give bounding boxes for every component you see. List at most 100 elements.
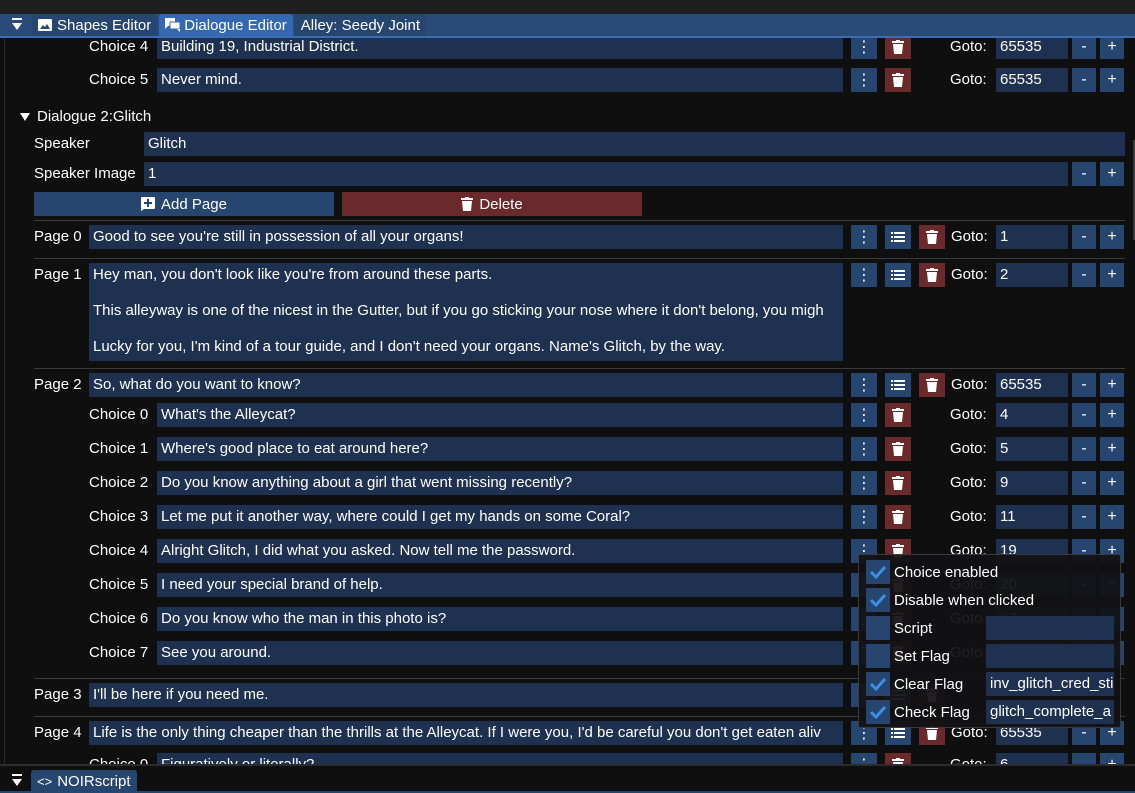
goto-input[interactable]: 4 [996, 403, 1068, 427]
goto-input[interactable]: 5 [996, 437, 1068, 461]
choice-text-input[interactable]: I need your special brand of help. [157, 573, 843, 597]
goto-input[interactable]: 65535 [996, 373, 1068, 397]
goto-increment-button[interactable]: + [1100, 68, 1124, 92]
collapse-menu-icon[interactable] [6, 14, 28, 36]
goto-input[interactable]: 9 [996, 471, 1068, 495]
option-value-input[interactable]: glitch_complete_a [986, 700, 1114, 724]
goto-input[interactable]: 65535 [996, 38, 1068, 59]
delete-choice-button[interactable] [885, 38, 911, 59]
choice-text-input[interactable]: Let me put it another way, where could I… [157, 505, 843, 529]
choice-text-input[interactable]: What's the Alleycat? [157, 403, 843, 427]
goto-increment-button[interactable]: + [1100, 437, 1124, 461]
tab-dialogue-editor[interactable]: Dialogue Editor [159, 14, 293, 36]
more-vertical-icon: ⋮ [856, 229, 872, 246]
choice-options-button[interactable]: ⋮ [851, 471, 877, 495]
delete-choice-button[interactable] [885, 753, 911, 764]
goto-increment-button[interactable]: + [1100, 263, 1124, 287]
option-value-input[interactable]: inv_glitch_cred_sti [986, 672, 1114, 696]
option-checkbox[interactable] [866, 560, 890, 584]
list-icon [891, 232, 905, 242]
add-page-button[interactable]: Add Page [34, 192, 334, 216]
trash-icon [461, 197, 474, 211]
speaker-image-decrement-button[interactable]: - [1072, 162, 1096, 186]
delete-choice-button[interactable] [885, 437, 911, 461]
choice-text-input[interactable]: Figuratively or literally? [157, 753, 843, 764]
page-text-input[interactable]: Good to see you're still in possession o… [89, 225, 843, 249]
goto-decrement-button[interactable]: - [1072, 437, 1096, 461]
option-checkbox[interactable] [866, 588, 890, 612]
choice-options-popup: Choice enabled Disable when clicked Script… [858, 554, 1121, 728]
option-checkbox[interactable] [866, 700, 890, 724]
page-options-button[interactable]: ⋮ [851, 225, 877, 249]
choice-text-input[interactable]: See you around. [157, 641, 843, 665]
goto-increment-button[interactable]: + [1100, 471, 1124, 495]
option-checkbox[interactable] [866, 616, 890, 640]
delete-choice-button[interactable] [885, 505, 911, 529]
choice-options-button[interactable]: ⋮ [851, 437, 877, 461]
choice-options-button[interactable]: ⋮ [851, 68, 877, 92]
delete-page-button[interactable] [919, 263, 945, 287]
choice-options-button[interactable]: ⋮ [851, 403, 877, 427]
choice-text-input[interactable]: Building 19, Industrial District. [157, 38, 843, 59]
choice-text-input[interactable]: Where's good place to eat around here? [157, 437, 843, 461]
more-vertical-icon: ⋮ [856, 475, 872, 492]
goto-input[interactable]: 2 [996, 263, 1068, 287]
option-checkbox[interactable] [866, 672, 890, 696]
page-text-input[interactable]: Life is the only thing cheaper than the … [89, 721, 843, 745]
choice-text-input[interactable]: Alright Glitch, I did what you asked. No… [157, 539, 843, 563]
checkmark-icon [870, 593, 886, 607]
option-value-input[interactable] [986, 644, 1114, 668]
page-text-input[interactable]: So, what do you want to know? [89, 373, 843, 397]
goto-increment-button[interactable]: + [1100, 403, 1124, 427]
speaker-image-increment-button[interactable]: + [1100, 162, 1124, 186]
delete-choice-button[interactable] [885, 68, 911, 92]
goto-increment-button[interactable]: + [1100, 753, 1124, 764]
speaker-image-input[interactable]: 1 [144, 162, 1068, 186]
delete-page-button[interactable] [919, 373, 945, 397]
delete-dialogue-button[interactable]: Delete [342, 192, 642, 216]
goto-decrement-button[interactable]: - [1072, 373, 1096, 397]
choice-text-input[interactable]: Do you know who the man in this photo is… [157, 607, 843, 631]
goto-decrement-button[interactable]: - [1072, 225, 1096, 249]
goto-input[interactable]: 65535 [996, 68, 1068, 92]
choice-options-button[interactable]: ⋮ [851, 753, 877, 764]
choice-options-button[interactable]: ⋮ [851, 38, 877, 59]
goto-increment-button[interactable]: + [1100, 373, 1124, 397]
tab-noirscript[interactable]: <> NOIRscript [31, 770, 137, 792]
goto-decrement-button[interactable]: - [1072, 505, 1096, 529]
goto-input[interactable]: 11 [996, 505, 1068, 529]
tab-shapes-editor[interactable]: Shapes Editor [32, 14, 158, 36]
page-options-button[interactable]: ⋮ [851, 373, 877, 397]
goto-increment-button[interactable]: + [1100, 505, 1124, 529]
goto-decrement-button[interactable]: - [1072, 753, 1096, 764]
goto-increment-button[interactable]: + [1100, 225, 1124, 249]
page-text-input[interactable]: Hey man, you don't look like you're from… [89, 263, 843, 361]
dialogue-header[interactable]: Dialogue 2:Glitch [20, 105, 151, 129]
choice-text-input[interactable]: Never mind. [157, 68, 843, 92]
choice-text-input[interactable]: Do you know anything about a girl that w… [157, 471, 843, 495]
delete-choice-button[interactable] [885, 403, 911, 427]
popup-option: Set Flag [866, 644, 950, 668]
speaker-input[interactable]: Glitch [144, 132, 1125, 156]
page-options-button[interactable]: ⋮ [851, 263, 877, 287]
option-checkbox[interactable] [866, 644, 890, 668]
collapse-menu-icon[interactable] [6, 770, 28, 792]
page-choices-button[interactable] [885, 225, 911, 249]
choice-options-button[interactable]: ⋮ [851, 505, 877, 529]
page-choices-button[interactable] [885, 263, 911, 287]
tab-label: NOIRscript [57, 772, 131, 790]
goto-increment-button[interactable]: + [1100, 38, 1124, 59]
page-choices-button[interactable] [885, 373, 911, 397]
delete-choice-button[interactable] [885, 471, 911, 495]
page-text-input[interactable]: I'll be here if you need me. [89, 683, 843, 707]
goto-input[interactable]: 1 [996, 225, 1068, 249]
delete-page-button[interactable] [919, 225, 945, 249]
goto-decrement-button[interactable]: - [1072, 403, 1096, 427]
goto-decrement-button[interactable]: - [1072, 263, 1096, 287]
goto-decrement-button[interactable]: - [1072, 68, 1096, 92]
tab-alley-seedy-joint[interactable]: Alley: Seedy Joint [294, 14, 427, 36]
goto-input[interactable]: 6 [996, 753, 1068, 764]
goto-decrement-button[interactable]: - [1072, 38, 1096, 59]
option-value-input[interactable] [986, 616, 1114, 640]
goto-decrement-button[interactable]: - [1072, 471, 1096, 495]
